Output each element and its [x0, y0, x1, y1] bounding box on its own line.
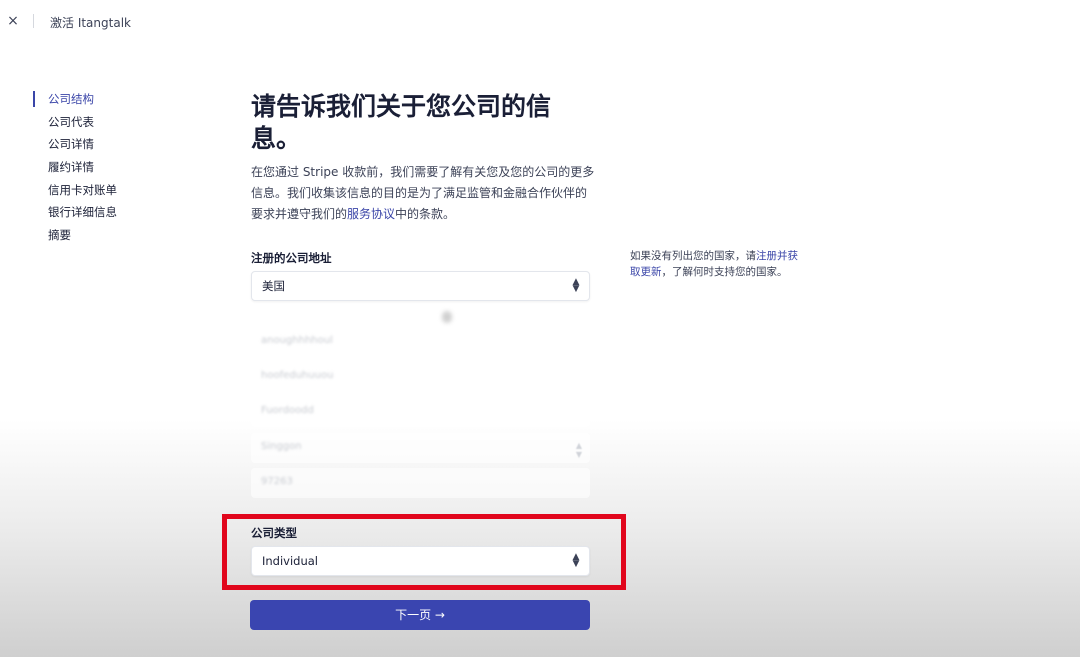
sidebar-item-summary[interactable]: 摘要 — [33, 226, 183, 249]
country-note-after: ，了解何时支持您的国家。 — [661, 266, 788, 278]
address-line2-field[interactable]: hoofeduhuuou — [251, 362, 590, 392]
page-title: 请告诉我们关于您公司的信息。 — [251, 92, 552, 153]
sidebar-item-fulfillment-details[interactable]: 履约详情 — [33, 158, 183, 181]
company-type-label: 公司类型 — [251, 526, 297, 540]
window-title: 激活 Itangtalk — [50, 16, 131, 30]
intro-text-after: 中的条款。 — [395, 207, 456, 221]
top-bar: × 激活 Itangtalk — [0, 0, 1080, 44]
company-type-value: Individual — [262, 554, 319, 568]
country-value: 美国 — [262, 279, 285, 293]
address-line2-value: hoofeduhuuou — [261, 370, 334, 381]
service-agreement-link[interactable]: 服务协议 — [347, 207, 395, 221]
state-select[interactable]: Singgon ▲ ▼ — [251, 433, 590, 463]
mouse-cursor — [442, 311, 452, 323]
sidebar-item-bank-details[interactable]: 银行详细信息 — [33, 203, 183, 226]
zip-field[interactable]: 97263 — [251, 468, 590, 498]
chevron-updown-icon: ▲ ▼ — [572, 552, 580, 569]
sidebar-item-company-representative[interactable]: 公司代表 — [33, 113, 183, 136]
sidebar-item-company-structure[interactable]: 公司结构 — [33, 90, 183, 113]
next-page-button[interactable]: 下一页 → — [250, 600, 590, 630]
sidebar-item-company-details[interactable]: 公司详情 — [33, 135, 183, 158]
city-field[interactable]: Fuordoodd — [251, 397, 590, 427]
company-type-select[interactable]: Individual ▲ ▼ — [251, 546, 590, 576]
country-select[interactable]: 美国 ▲ ▼ — [251, 271, 590, 301]
chevron-updown-icon: ▲ ▼ — [575, 441, 582, 459]
sidebar-item-card-statement[interactable]: 信用卡对账单 — [33, 181, 183, 204]
state-value: Singgon — [261, 441, 302, 452]
top-divider — [33, 14, 34, 28]
city-value: Fuordoodd — [261, 405, 314, 416]
intro-text: 在您通过 Stripe 收款前，我们需要了解有关您及您的公司的更多信息。我们收集… — [251, 162, 596, 225]
close-icon[interactable]: × — [4, 12, 22, 30]
zip-value: 97263 — [261, 476, 293, 487]
address-line1-value: anoughhhhoul — [261, 335, 333, 346]
chevron-updown-icon: ▲ ▼ — [572, 277, 580, 294]
address-line1-field[interactable]: anoughhhhoul — [251, 327, 590, 357]
sidebar-nav: 公司结构 公司代表 公司详情 履约详情 信用卡对账单 银行详细信息 摘要 — [33, 90, 183, 249]
country-note: 如果没有列出您的国家，请注册并获取更新，了解何时支持您的国家。 — [630, 248, 800, 280]
address-label: 注册的公司地址 — [251, 251, 332, 265]
country-note-before: 如果没有列出您的国家，请 — [630, 250, 756, 262]
